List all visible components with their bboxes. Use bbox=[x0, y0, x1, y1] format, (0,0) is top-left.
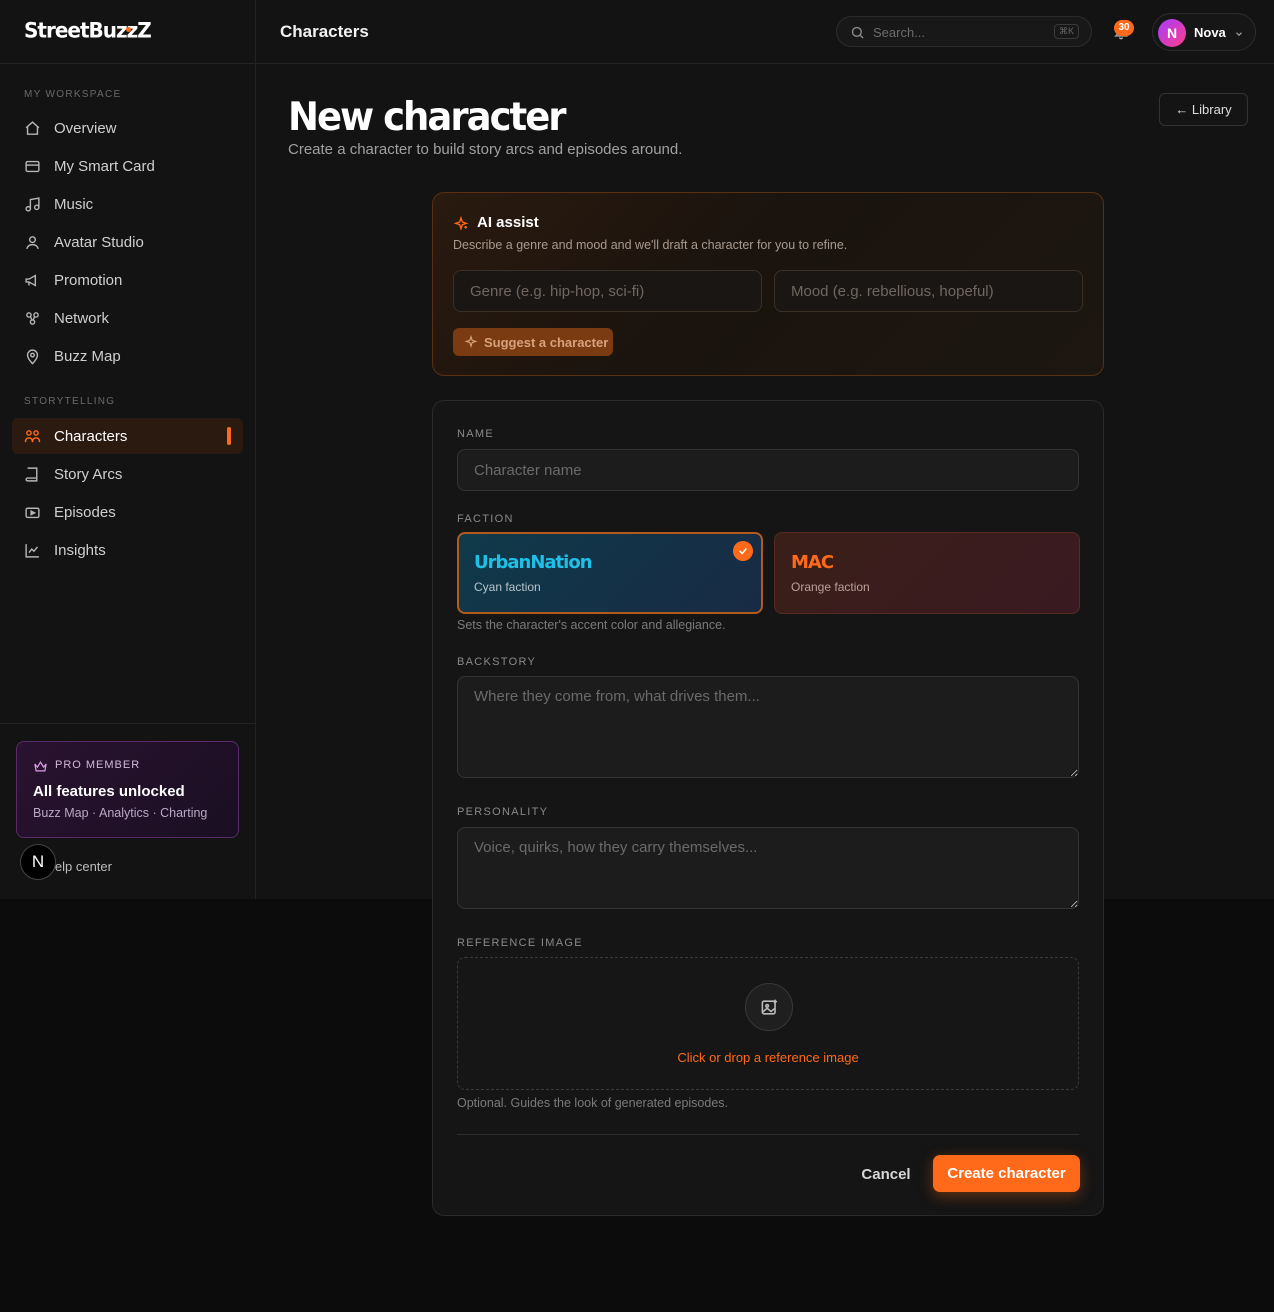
suggest-character-button[interactable]: Suggest a character bbox=[453, 328, 613, 356]
sidebar-item-label: Insights bbox=[54, 542, 106, 559]
active-indicator bbox=[227, 427, 231, 445]
brand-logo[interactable]: StreetBuzzZ bbox=[24, 17, 152, 43]
chevron-down-icon bbox=[1236, 32, 1242, 37]
brand-dot bbox=[126, 27, 131, 32]
pro-member-card[interactable]: PRO MEMBER All features unlocked Buzz Ma… bbox=[16, 741, 239, 838]
faction-subtitle: Cyan faction bbox=[474, 580, 541, 594]
upload-icon-circle bbox=[745, 983, 793, 1031]
ai-assist-description: Describe a genre and mood and we'll draf… bbox=[453, 238, 848, 252]
character-name-input[interactable] bbox=[457, 449, 1079, 491]
image-add-icon bbox=[761, 999, 778, 1015]
sidebar-divider bbox=[255, 0, 256, 899]
backstory-textarea[interactable] bbox=[457, 676, 1079, 778]
video-icon bbox=[25, 507, 40, 519]
sparkle-icon bbox=[464, 335, 478, 348]
search-box[interactable]: ⌘K bbox=[836, 16, 1092, 47]
card-icon bbox=[25, 160, 40, 173]
ai-assist-card: AI assist Describe a genre and mood and … bbox=[432, 192, 1104, 376]
sidebar-item-episodes[interactable]: Episodes bbox=[12, 494, 243, 530]
reference-image-hint: Optional. Guides the look of generated e… bbox=[457, 1096, 729, 1110]
ai-assist-title: AI assist bbox=[477, 214, 539, 231]
faction-subtitle: Orange faction bbox=[791, 580, 870, 594]
workspace-section-label: MY WORKSPACE bbox=[24, 89, 122, 100]
reference-image-cta: Click or drop a reference image bbox=[677, 1050, 859, 1065]
faction-option-urbannation[interactable]: UrbanNation Cyan faction bbox=[457, 532, 763, 614]
sidebar-item-characters[interactable]: Characters bbox=[12, 418, 243, 454]
search-shortcut: ⌘K bbox=[1053, 24, 1079, 39]
sidebar-item-label: Buzz Map bbox=[54, 348, 121, 365]
music-icon bbox=[25, 197, 40, 212]
faction-name: UrbanNation bbox=[474, 552, 593, 573]
name-label: NAME bbox=[457, 428, 494, 440]
selected-check bbox=[733, 541, 753, 561]
user-name: Nova bbox=[1194, 25, 1226, 40]
avatar: N bbox=[1158, 19, 1186, 47]
chart-icon bbox=[25, 544, 39, 558]
genre-input[interactable] bbox=[453, 270, 762, 312]
characters-icon bbox=[24, 430, 41, 443]
home-icon bbox=[25, 121, 40, 135]
faction-hint: Sets the character's accent color and al… bbox=[457, 618, 726, 632]
sidebar-item-overview[interactable]: Overview bbox=[12, 110, 243, 146]
faction-label: FACTION bbox=[457, 513, 514, 525]
check-icon bbox=[739, 548, 747, 555]
storytelling-section-label: STORYTELLING bbox=[24, 396, 116, 407]
reference-image-dropzone[interactable]: Click or drop a reference image bbox=[457, 957, 1079, 1090]
sidebar-item-label: Characters bbox=[54, 428, 128, 445]
form-divider bbox=[457, 1134, 1079, 1135]
user-menu[interactable]: N Nova bbox=[1152, 13, 1256, 51]
crown-icon bbox=[34, 760, 47, 772]
notification-badge: 30 bbox=[1114, 20, 1134, 36]
sidebar-item-insights[interactable]: Insights bbox=[12, 532, 243, 568]
sidebar-item-music[interactable]: Music bbox=[12, 186, 243, 222]
sidebar-item-story-arcs[interactable]: Story Arcs bbox=[12, 456, 243, 492]
megaphone-icon bbox=[25, 274, 37, 287]
faction-name: MAC bbox=[791, 552, 834, 573]
suggest-character-label: Suggest a character bbox=[484, 334, 609, 350]
sidebar-item-label: Avatar Studio bbox=[54, 234, 144, 251]
sidebar-separator bbox=[0, 723, 255, 724]
pro-member-title: All features unlocked bbox=[33, 783, 185, 800]
sidebar-item-buzz-map[interactable]: Buzz Map bbox=[12, 338, 243, 374]
user-icon bbox=[26, 236, 39, 250]
sidebar-item-label: Music bbox=[54, 196, 94, 213]
mood-input[interactable] bbox=[774, 270, 1083, 312]
pro-member-features: Buzz Map · Analytics · Charting bbox=[33, 806, 208, 820]
help-center-link[interactable]: lelp center bbox=[52, 859, 112, 874]
search-icon bbox=[851, 26, 864, 39]
sidebar-item-avatar-studio[interactable]: Avatar Studio bbox=[12, 224, 243, 260]
library-button[interactable]: ← Library bbox=[1159, 93, 1248, 126]
sidebar-item-promotion[interactable]: Promotion bbox=[12, 262, 243, 298]
page-title: New character bbox=[288, 94, 567, 140]
reference-image-label: REFERENCE IMAGE bbox=[457, 937, 583, 949]
sidebar-item-smart-card[interactable]: My Smart Card bbox=[12, 148, 243, 184]
floating-n-badge[interactable]: N bbox=[20, 844, 56, 880]
cancel-button[interactable]: Cancel bbox=[851, 1157, 921, 1191]
sidebar-item-network[interactable]: Network bbox=[12, 300, 243, 336]
sidebar-item-label: Network bbox=[54, 310, 110, 327]
network-icon bbox=[26, 312, 39, 325]
personality-label: PERSONALITY bbox=[457, 806, 549, 818]
sidebar-item-label: Promotion bbox=[54, 272, 123, 289]
faction-option-mac[interactable]: MAC Orange faction bbox=[774, 532, 1080, 614]
create-character-button[interactable]: Create character bbox=[933, 1155, 1080, 1192]
search-input[interactable] bbox=[873, 22, 1043, 42]
backstory-label: BACKSTORY bbox=[457, 656, 537, 668]
header-title: Characters bbox=[280, 22, 369, 41]
map-pin-icon bbox=[26, 349, 39, 365]
book-icon bbox=[25, 467, 38, 482]
sidebar-item-label: Story Arcs bbox=[54, 466, 123, 483]
sidebar-item-label: Episodes bbox=[54, 504, 116, 521]
top-bar: StreetBuzzZ Characters ⌘K 30 N Nova bbox=[0, 0, 1274, 64]
personality-textarea[interactable] bbox=[457, 827, 1079, 909]
page-subtitle: Create a character to build story arcs a… bbox=[288, 141, 683, 158]
character-form: NAME FACTION UrbanNation Cyan faction MA… bbox=[432, 400, 1104, 1216]
sidebar-item-label: My Smart Card bbox=[54, 158, 155, 175]
sparkle-icon bbox=[453, 216, 469, 231]
sidebar-item-label: Overview bbox=[54, 120, 117, 137]
pro-member-label: PRO MEMBER bbox=[55, 759, 141, 771]
